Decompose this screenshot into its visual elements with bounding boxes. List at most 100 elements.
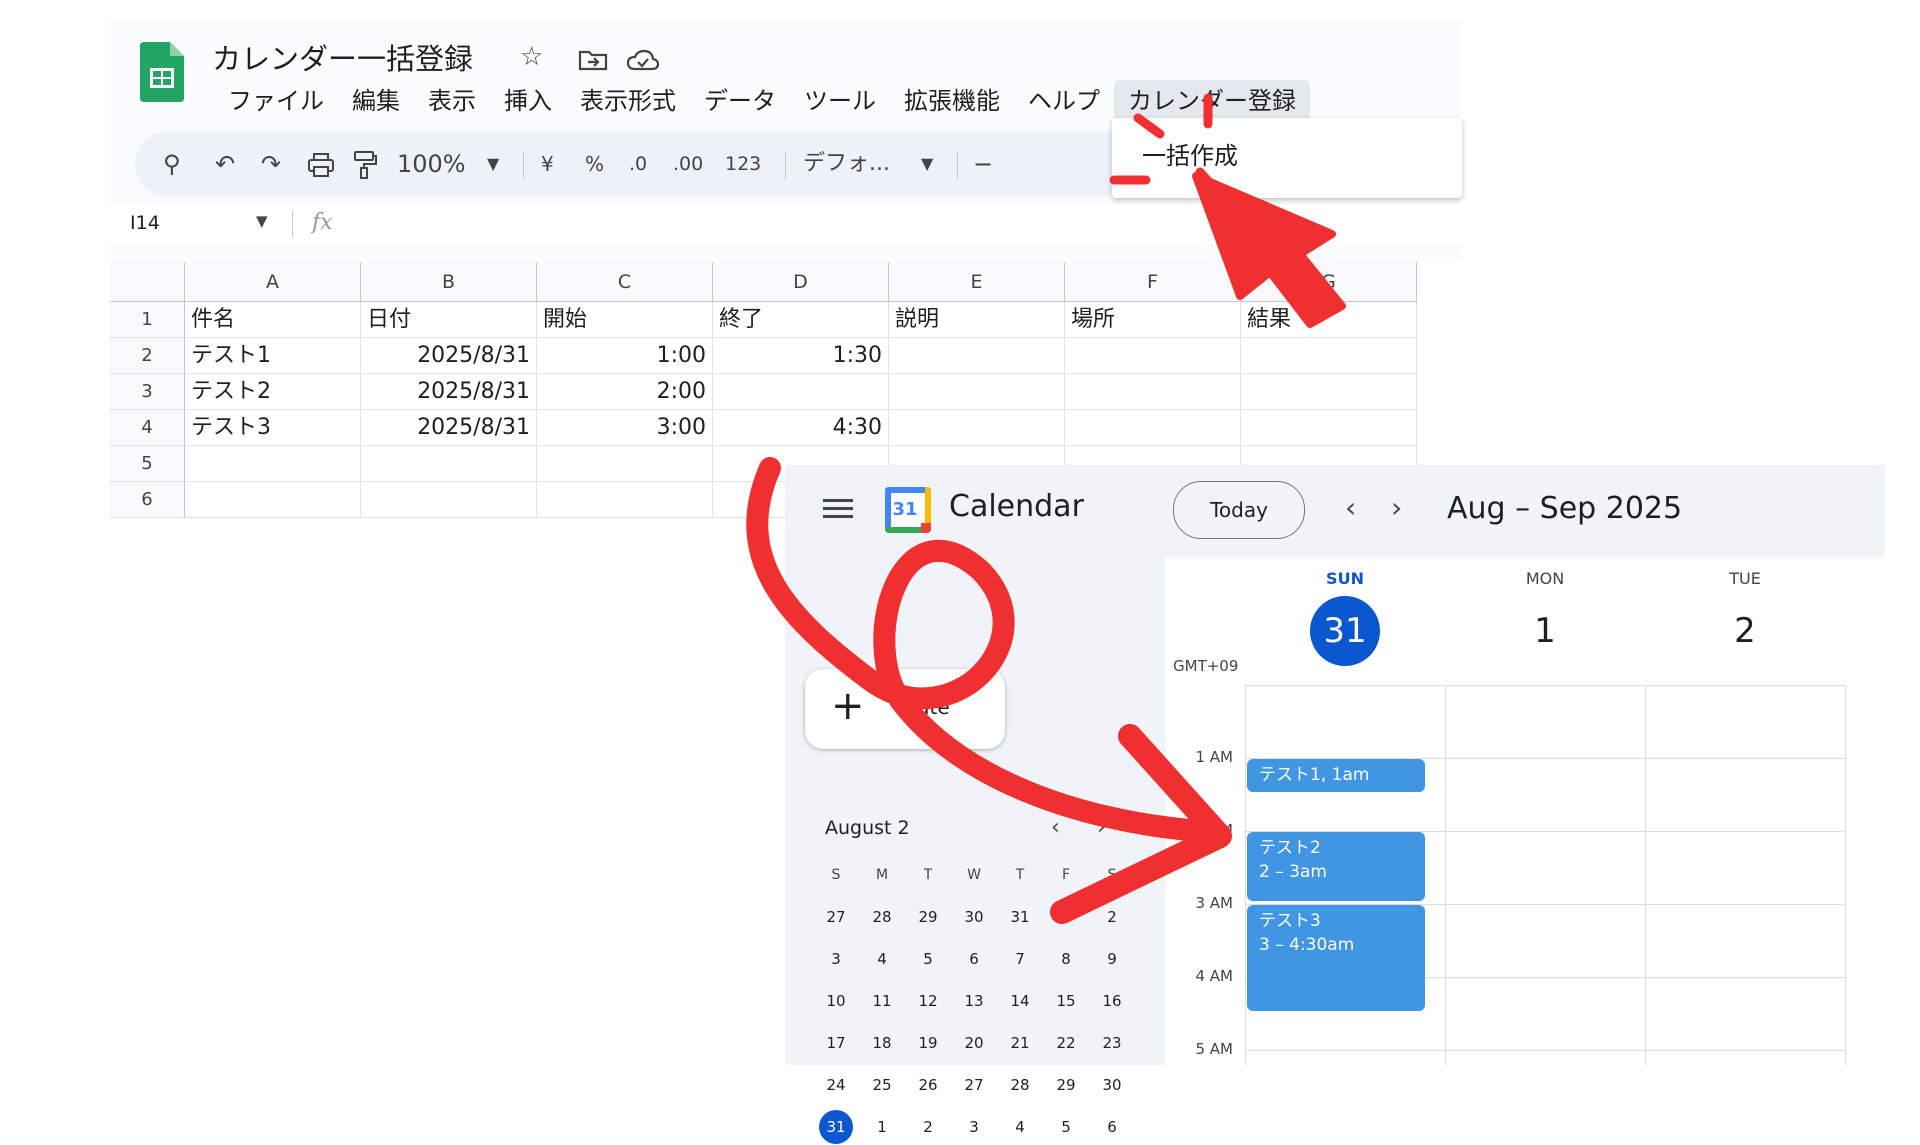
cell-a6[interactable] <box>185 482 361 518</box>
column-header-c[interactable]: C <box>537 262 713 302</box>
cell-d3[interactable] <box>713 374 889 410</box>
mini-day[interactable]: 25 <box>859 1067 905 1103</box>
menu-file[interactable]: ファイル <box>214 80 338 122</box>
column-header-a[interactable]: A <box>185 262 361 302</box>
cell-e3[interactable] <box>889 374 1065 410</box>
mini-day[interactable]: 8 <box>1043 941 1089 977</box>
print-icon[interactable] <box>307 152 335 178</box>
mini-day[interactable]: 7 <box>997 941 1043 977</box>
mini-day[interactable]: 27 <box>951 1067 997 1103</box>
cell-b5[interactable] <box>361 446 537 482</box>
zoom-value[interactable]: 100% <box>397 144 466 184</box>
paint-format-icon[interactable] <box>353 150 377 180</box>
mini-day[interactable]: 26 <box>905 1067 951 1103</box>
mini-day[interactable]: 2 <box>1089 899 1135 935</box>
calendar-event[interactable]: テスト1, 1am <box>1247 759 1425 792</box>
bulk-create-menu-item[interactable]: 一括作成 <box>1142 136 1238 171</box>
cell-f3[interactable] <box>1065 374 1241 410</box>
prev-week-icon[interactable]: ‹ <box>1345 491 1356 524</box>
column-header-g[interactable]: G <box>1241 262 1417 302</box>
row-header[interactable]: 2 <box>110 338 185 374</box>
font-size-decrease-button[interactable]: − <box>973 144 993 184</box>
mini-day[interactable]: 10 <box>813 983 859 1019</box>
mini-day[interactable]: 13 <box>951 983 997 1019</box>
mini-day[interactable]: 4 <box>859 941 905 977</box>
mini-day[interactable]: 24 <box>813 1067 859 1103</box>
column-header-d[interactable]: D <box>713 262 889 302</box>
zoom-dropdown-icon[interactable]: ▼ <box>487 144 499 184</box>
next-week-icon[interactable]: › <box>1391 491 1402 524</box>
mini-day[interactable]: 4 <box>997 1109 1043 1145</box>
menu-help[interactable]: ヘルプ <box>1014 80 1114 122</box>
menu-extensions[interactable]: 拡張機能 <box>890 80 1014 122</box>
column-header-b[interactable]: B <box>361 262 537 302</box>
mini-day[interactable]: 11 <box>859 983 905 1019</box>
select-all-corner[interactable] <box>110 262 185 302</box>
mini-day[interactable]: 21 <box>997 1025 1043 1061</box>
menu-calendar-register[interactable]: カレンダー登録 <box>1114 80 1310 122</box>
number-format-button[interactable]: 123 <box>725 144 761 184</box>
mini-day[interactable]: 31 <box>997 899 1043 935</box>
cell-d1[interactable]: 終了 <box>713 302 889 338</box>
mini-day[interactable]: 6 <box>951 941 997 977</box>
name-box[interactable]: I14 <box>130 212 160 234</box>
mini-day[interactable]: 18 <box>859 1025 905 1061</box>
mini-day[interactable]: 28 <box>997 1067 1043 1103</box>
cell-a3[interactable]: テスト2 <box>185 374 361 410</box>
currency-format-button[interactable]: ¥ <box>541 144 554 184</box>
cell-e2[interactable] <box>889 338 1065 374</box>
cell-a5[interactable] <box>185 446 361 482</box>
cell-g3[interactable] <box>1241 374 1417 410</box>
cell-f1[interactable]: 場所 <box>1065 302 1241 338</box>
move-folder-icon[interactable] <box>578 48 608 72</box>
mini-day[interactable]: 12 <box>905 983 951 1019</box>
mini-day[interactable]: 3 <box>951 1109 997 1145</box>
cell-d4[interactable]: 4:30 <box>713 410 889 446</box>
font-select[interactable]: デフォ... <box>803 144 890 184</box>
mini-day[interactable]: 5 <box>1043 1109 1089 1145</box>
mini-day[interactable]: 1 <box>859 1109 905 1145</box>
cell-c5[interactable] <box>537 446 713 482</box>
today-button[interactable]: Today <box>1173 481 1305 539</box>
mini-day[interactable]: 9 <box>1089 941 1135 977</box>
mini-day[interactable]: 6 <box>1089 1109 1135 1145</box>
row-header[interactable]: 1 <box>110 302 185 338</box>
mini-day[interactable]: 29 <box>1043 1067 1089 1103</box>
calendar-event[interactable]: テスト3 3 – 4:30am <box>1247 905 1425 1011</box>
menu-edit[interactable]: 編集 <box>338 80 414 122</box>
menu-insert[interactable]: 挿入 <box>490 80 566 122</box>
cell-c3[interactable]: 2:00 <box>537 374 713 410</box>
mini-day[interactable]: 15 <box>1043 983 1089 1019</box>
mini-prev-month-icon[interactable]: ‹ <box>1051 815 1060 840</box>
mini-day-selected[interactable]: 31 <box>813 1109 859 1145</box>
mini-day[interactable]: 5 <box>905 941 951 977</box>
undo-icon[interactable]: ↶ <box>215 144 235 184</box>
name-box-dropdown-icon[interactable]: ▼ <box>256 212 268 230</box>
cell-e4[interactable] <box>889 410 1065 446</box>
mini-day[interactable]: 19 <box>905 1025 951 1061</box>
redo-icon[interactable]: ↷ <box>261 144 281 184</box>
cell-b3[interactable]: 2025/8/31 <box>361 374 537 410</box>
mini-day[interactable]: 22 <box>1043 1025 1089 1061</box>
row-header[interactable]: 3 <box>110 374 185 410</box>
cell-c2[interactable]: 1:00 <box>537 338 713 374</box>
cell-c6[interactable] <box>537 482 713 518</box>
font-dropdown-icon[interactable]: ▼ <box>921 144 933 184</box>
menu-tools[interactable]: ツール <box>790 80 890 122</box>
cell-c4[interactable]: 3:00 <box>537 410 713 446</box>
mini-day[interactable]: 20 <box>951 1025 997 1061</box>
cell-g4[interactable] <box>1241 410 1417 446</box>
cell-b4[interactable]: 2025/8/31 <box>361 410 537 446</box>
column-header-e[interactable]: E <box>889 262 1065 302</box>
decrease-decimal-button[interactable]: .0 <box>629 144 647 184</box>
row-header[interactable]: 6 <box>110 482 185 518</box>
mini-day[interactable]: 3 <box>813 941 859 977</box>
mini-day[interactable]: 29 <box>905 899 951 935</box>
mini-day[interactable]: 2 <box>905 1109 951 1145</box>
row-header[interactable]: 4 <box>110 410 185 446</box>
column-header-f[interactable]: F <box>1065 262 1241 302</box>
star-icon[interactable]: ☆ <box>520 42 543 72</box>
cell-e1[interactable]: 説明 <box>889 302 1065 338</box>
mini-day[interactable]: 27 <box>813 899 859 935</box>
cell-g2[interactable] <box>1241 338 1417 374</box>
